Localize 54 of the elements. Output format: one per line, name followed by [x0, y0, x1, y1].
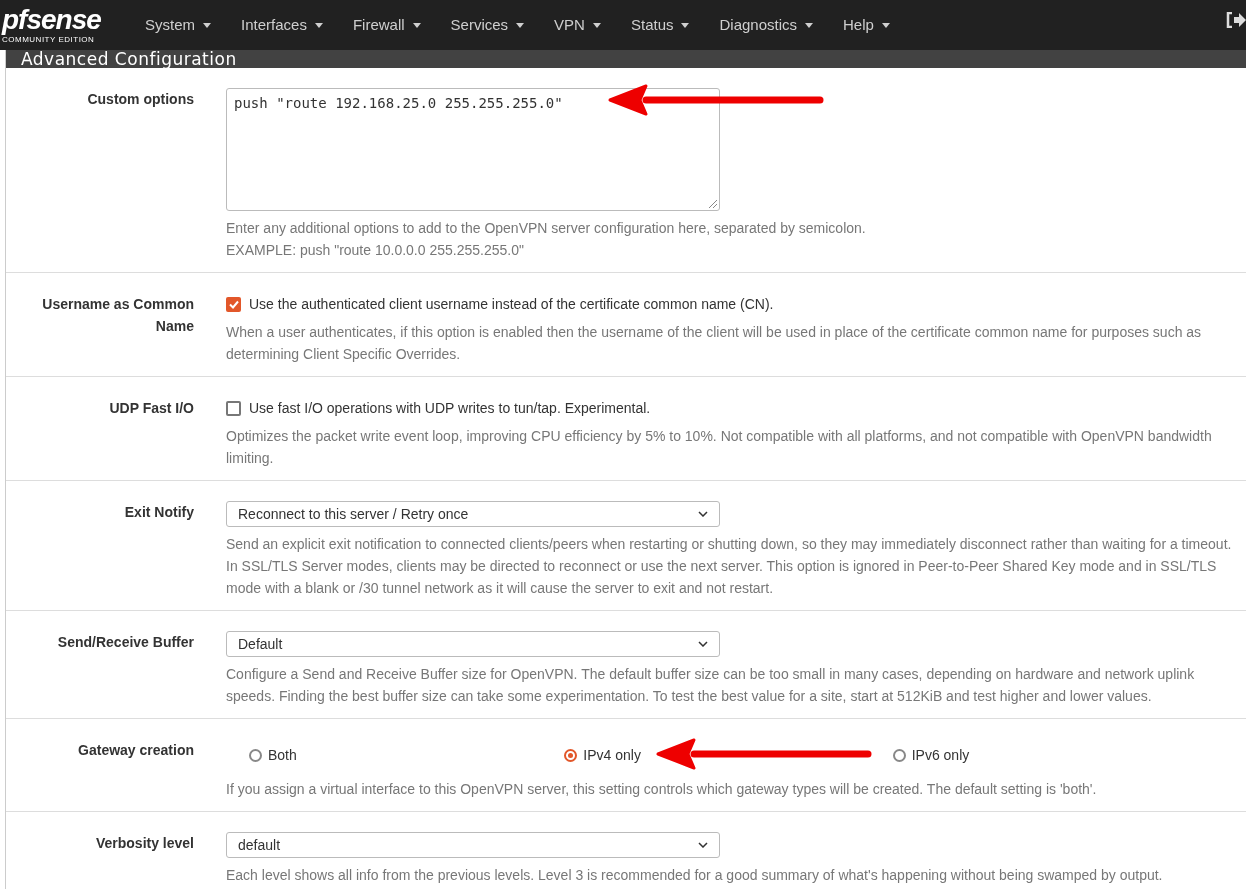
dropdown-select[interactable]: Reconnect to this server / Retry once — [226, 501, 720, 527]
caret-icon — [516, 22, 525, 28]
nav-menu-item[interactable]: Status — [615, 0, 705, 50]
nav-menu-item[interactable]: Diagnostics — [704, 0, 829, 50]
chevron-down-icon — [698, 511, 708, 517]
custom-options-textarea[interactable]: push "route 192.168.25.0 255.255.255.0" — [226, 88, 720, 211]
caret-icon — [681, 22, 690, 28]
panel-title: Advanced Configuration — [21, 50, 237, 68]
help-text: Send an explicit exit notification to connected clients/peers when restarting or shutting down, so they may immediately disconnect rather than waiting for a timeout. In SSL/TLS Server modes, clients may be directed to reconnect or use the next server. This option is ignored in Peer-to-Peer Shared Key mode and in SSL/TLS mode with a blank or /30 tunnel network as it will cause the server to exit and not restart. — [226, 535, 1233, 598]
field-label: UDP Fast I/O — [108, 399, 194, 418]
nav-menu-item[interactable]: Firewall — [337, 0, 436, 50]
help-text: Enter any additional options to add to the OpenVPN server configuration here, separated by semicolon. — [226, 219, 867, 238]
radio-button[interactable] — [564, 748, 578, 762]
field-label: Verbosity level — [94, 834, 194, 853]
field-label: Exit Notify — [123, 503, 194, 522]
caret-icon — [805, 22, 814, 28]
radio-button[interactable] — [249, 748, 262, 762]
checkbox-label: Use fast I/O operations with UDP writes to tun/tap. Experimental. — [249, 398, 651, 418]
help-text: When a user authenticates, if this option is enabled then the username of the client will be used in place of the certificate common name for purposes such as determining Client Specific Overrides. — [226, 323, 1203, 364]
chevron-down-icon — [698, 842, 708, 848]
nav-menu-item[interactable]: System — [130, 0, 226, 50]
check-icon — [228, 299, 239, 309]
field-label: Custom options — [86, 90, 194, 109]
help-text: EXAMPLE: push "route 10.0.0.0 255.255.255.0" — [226, 241, 525, 260]
logout-icon[interactable] — [1226, 12, 1246, 28]
nav-menu-item[interactable]: Help — [828, 0, 905, 50]
chevron-down-icon — [698, 641, 708, 647]
caret-icon — [592, 22, 601, 28]
brand-logo[interactable]: pfsense — [2, 5, 101, 35]
caret-icon — [203, 22, 211, 28]
nav-menu-item[interactable]: Services — [435, 0, 540, 50]
resize-grip-icon — [709, 200, 717, 208]
checkbox[interactable] — [226, 400, 241, 416]
radio-label: IPv4 only — [583, 745, 641, 765]
help-text: Each level shows all info from the previous levels. Level 3 is recommended for a good summary of what's happening without being swamped by output. — [226, 866, 1164, 885]
nav-menu-item[interactable]: Interfaces — [226, 0, 338, 50]
help-text: Optimizes the packet write event loop, improving CPU efficiency by 5% to 10%. Not compatible with all platforms, and not compatible with OpenVPN bandwidth limiting. — [226, 427, 1213, 468]
checkbox[interactable] — [226, 296, 241, 312]
checkbox-label: Use the authenticated client username instead of the certificate common name (CN). — [249, 294, 774, 314]
nav-menu-item[interactable]: VPN — [539, 0, 616, 50]
caret-icon — [412, 22, 421, 28]
radio-button[interactable] — [892, 748, 906, 762]
field-label: Gateway creation — [77, 741, 194, 760]
help-text: Configure a Send and Receive Buffer size for OpenVPN. The default buffer size can be too small in many cases, depending on hardware and network uplink speeds. Finding the best buffer size can take some experimentation. To test the best value for a site, start at 512KiB and test higher and lower values. — [226, 665, 1196, 706]
help-text: If you assign a virtual interface to this OpenVPN server, this setting controls which gateway types will be created. The default setting is 'both'. — [226, 780, 1098, 799]
dropdown-select[interactable]: Default — [226, 631, 720, 657]
caret-icon — [314, 22, 323, 28]
brand-edition: COMMUNITY EDITION — [2, 35, 95, 45]
field-label: Send/Receive Buffer — [56, 633, 194, 652]
dropdown-select[interactable]: default — [226, 832, 720, 858]
caret-icon — [881, 22, 890, 28]
radio-label: IPv6 only — [911, 745, 970, 765]
radio-label: Both — [268, 745, 297, 765]
field-label: Username as Common Name — [41, 295, 194, 336]
